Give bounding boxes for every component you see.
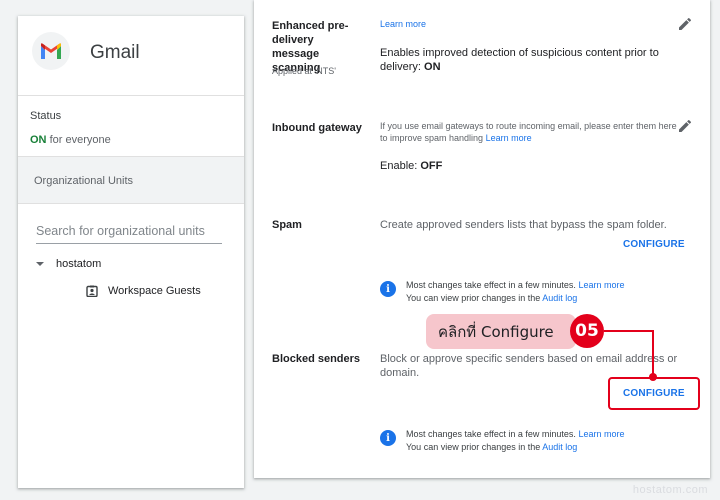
status-label: Status <box>30 110 62 122</box>
spam-info-line1: Most changes take effect in a few minute… <box>406 280 576 290</box>
blocked-info-notice: i Most changes take effect in a few minu… <box>380 428 680 453</box>
org-tree-child[interactable]: Workspace Guests <box>86 285 201 297</box>
status-scope: for everyone <box>49 134 111 146</box>
org-root-label: hostatom <box>56 258 102 270</box>
spam-title: Spam <box>272 219 302 231</box>
info-icon: i <box>380 430 396 446</box>
left-panel: Gmail Status ON for everyone Organizatio… <box>18 16 244 488</box>
inbound-enable-value: OFF <box>420 160 443 172</box>
spam-audit-log-link[interactable]: Audit log <box>542 293 577 303</box>
app-name: Gmail <box>90 42 140 63</box>
org-unit-search[interactable] <box>36 222 222 244</box>
enhanced-applied-at: Applied at 'NTS' <box>272 66 336 76</box>
blocked-senders-title: Blocked senders <box>272 353 361 365</box>
enhanced-description: Enables improved detection of suspicious… <box>380 46 680 74</box>
watermark: hostatom.com <box>632 484 708 496</box>
app-header: Gmail <box>18 16 244 96</box>
inbound-enable-label: Enable: <box>380 160 418 172</box>
status-on: ON <box>30 134 47 146</box>
spam-configure-button[interactable]: CONFIGURE <box>623 239 685 250</box>
blocked-info-line1: Most changes take effect in a few minute… <box>406 429 576 439</box>
connector-line <box>604 330 654 332</box>
spam-info-learn-more-link[interactable]: Learn more <box>578 280 624 290</box>
org-units-header: Organizational Units <box>18 157 244 204</box>
gmail-logo-icon <box>32 32 70 70</box>
org-child-label: Workspace Guests <box>108 285 201 297</box>
edit-pencil-icon[interactable] <box>677 16 693 32</box>
enhanced-learn-more-link[interactable]: Learn more <box>380 19 426 29</box>
blocked-description: Block or approve specific senders based … <box>380 353 678 379</box>
status-section: Status ON for everyone <box>18 96 244 157</box>
inbound-enable: Enable: OFF <box>380 159 442 173</box>
org-tree-root[interactable]: hostatom <box>36 258 101 270</box>
guest-badge-icon <box>86 285 98 297</box>
caret-down-icon[interactable] <box>36 262 44 266</box>
enhanced-learn-more: Learn more <box>380 19 426 31</box>
inbound-description: If you use email gateways to route incom… <box>380 121 678 144</box>
step-number-badge: 05 <box>570 314 604 348</box>
blocked-info-learn-more-link[interactable]: Learn more <box>578 429 624 439</box>
info-icon: i <box>380 281 396 297</box>
spam-description: Create approved senders lists that bypas… <box>380 219 667 231</box>
spam-info-line2: You can view prior changes in the <box>406 292 541 303</box>
inbound-learn-more-link[interactable]: Learn more <box>486 133 532 143</box>
configure-highlight-box <box>608 377 700 410</box>
connector-line <box>652 330 654 378</box>
instruction-callout: คลิกที่ Configure <box>426 314 576 349</box>
spam-info-notice: i Most changes take effect in a few minu… <box>380 279 680 304</box>
blocked-audit-log-link[interactable]: Audit log <box>542 442 577 452</box>
inbound-gateway-title: Inbound gateway <box>272 122 362 134</box>
blocked-info-text: Most changes take effect in a few minute… <box>406 428 624 453</box>
status-value: ON for everyone <box>30 134 244 146</box>
org-unit-search-input[interactable] <box>36 224 222 238</box>
edit-pencil-icon[interactable] <box>677 118 693 134</box>
spam-info-text: Most changes take effect in a few minute… <box>406 279 624 304</box>
blocked-info-line2: You can view prior changes in the <box>406 441 541 452</box>
enhanced-value: ON <box>424 61 441 73</box>
enhanced-description-text: Enables improved detection of suspicious… <box>380 47 659 73</box>
